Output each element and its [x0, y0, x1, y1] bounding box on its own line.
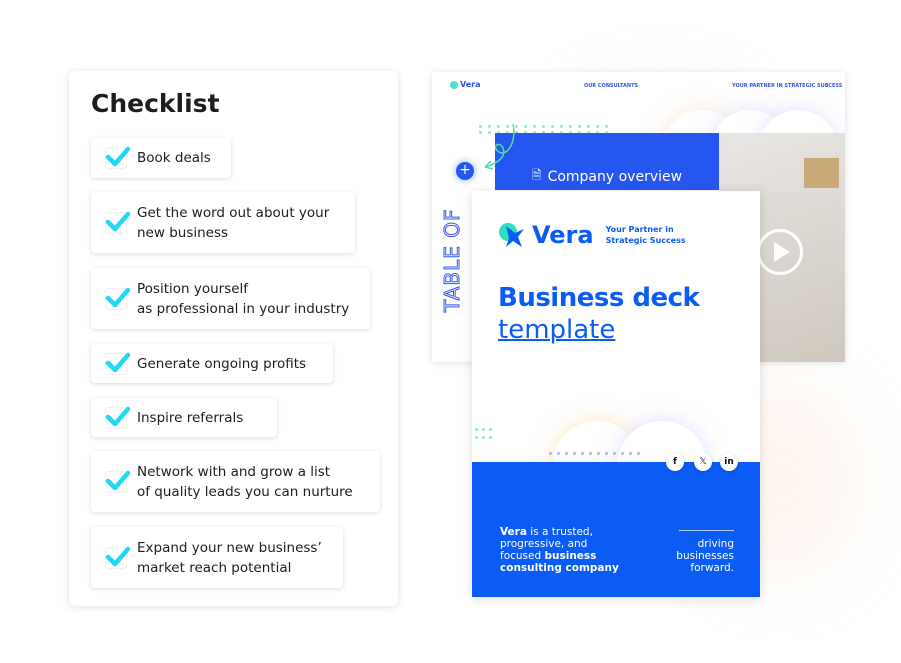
x-twitter-icon[interactable]: 𝕏 [694, 453, 712, 471]
dot [589, 452, 592, 455]
dot-pattern [549, 452, 640, 455]
divider [679, 530, 734, 531]
dot [621, 452, 624, 455]
dot [581, 452, 584, 455]
checkbox-checked-icon[interactable] [105, 211, 131, 234]
play-button[interactable] [757, 229, 803, 275]
company-description: Vera is a trusted, progressive, and focu… [500, 526, 620, 574]
vera-logo-small: Vera [450, 80, 481, 89]
dot [482, 436, 485, 439]
dot [475, 436, 478, 439]
dot [533, 125, 536, 128]
dot [637, 452, 640, 455]
checkbox-checked-icon[interactable] [105, 352, 131, 375]
checklist-item[interactable]: Expand your new business’ market reach p… [91, 527, 343, 588]
dot [629, 452, 632, 455]
checkbox-checked-icon[interactable] [105, 470, 131, 493]
checklist-title: Checklist [91, 89, 220, 118]
plus-button[interactable]: + [456, 162, 474, 180]
dot [551, 125, 554, 128]
dot [560, 125, 563, 128]
dot [524, 125, 527, 128]
tagline-line: Your Partner in [605, 225, 674, 234]
checklist-item-label: Network with and grow a list of quality … [137, 463, 353, 500]
dot [605, 452, 608, 455]
page-number: 3 [825, 83, 829, 89]
desc-bold: Vera [500, 526, 527, 538]
table-of-contents-vertical: TABLE OF [440, 208, 465, 312]
play-icon [774, 242, 790, 262]
checklist-item[interactable]: Get the word out about your new business [91, 192, 355, 253]
checklist-item[interactable]: Generate ongoing profits [91, 344, 333, 383]
band-title: Company overview [547, 168, 683, 185]
deck-title: Business deck [498, 283, 700, 313]
dot [542, 125, 545, 128]
checklist-item[interactable]: Inspire referrals [91, 398, 277, 437]
checklist-item-label: Get the word out about your new business [137, 204, 330, 241]
checkbox-checked-icon[interactable] [105, 406, 131, 429]
document-icon: 🗎 [531, 168, 542, 182]
curly-arrow-icon [484, 123, 515, 170]
checklist-item-label: Inspire referrals [137, 409, 244, 426]
corkboard [804, 158, 839, 188]
dot [578, 125, 581, 128]
deck-subtitle: template [498, 315, 616, 345]
dot [596, 125, 599, 128]
dot [569, 125, 572, 128]
dot [587, 125, 590, 128]
nav-consultants: OUR CONSULTANTS [584, 83, 639, 89]
checklist-item-label: Book deals [137, 150, 211, 166]
cover-footer: Vera is a trusted, progressive, and focu… [472, 462, 760, 597]
logo-text: Vera [532, 221, 594, 249]
dot [489, 436, 492, 439]
dot [489, 428, 492, 431]
facebook-icon[interactable]: f [666, 453, 684, 471]
vera-logo: Vera Your Partner in Strategic Success [498, 221, 686, 249]
dot [557, 452, 560, 455]
dot [613, 452, 616, 455]
slide-business-deck-cover: Vera Your Partner in Strategic Success Bu… [472, 191, 760, 597]
linkedin-icon[interactable]: in [720, 453, 738, 471]
checklist-item-label: Expand your new business’ market reach p… [137, 539, 322, 576]
checkbox-checked-icon[interactable] [105, 287, 131, 310]
dot [475, 428, 478, 431]
dot [573, 452, 576, 455]
logo-text: Vera [460, 80, 481, 89]
checklist-item[interactable]: Book deals [91, 138, 231, 178]
dot [597, 452, 600, 455]
logo-icon [450, 80, 458, 89]
checkbox-checked-icon[interactable] [105, 546, 131, 569]
dot [565, 452, 568, 455]
tagline-line: Strategic Success [605, 236, 686, 245]
checklist-item[interactable]: Position yourself as professional in you… [91, 268, 370, 329]
checklist-item-label: Position yourself as professional in you… [137, 280, 350, 317]
dot [549, 452, 552, 455]
checkbox-checked-icon[interactable] [105, 146, 131, 169]
dot [605, 125, 608, 128]
dot [482, 428, 485, 431]
logo-tagline: Your Partner in Strategic Success [606, 224, 686, 246]
checklist-item-label: Generate ongoing profits [137, 355, 307, 372]
checklist-item[interactable]: Network with and grow a list of quality … [91, 451, 380, 512]
motto: driving businesses forward. [676, 538, 734, 574]
company-overview-band: 🗎 Company overview [495, 133, 719, 190]
vera-star-icon [499, 223, 524, 247]
dot-pattern [475, 428, 492, 439]
